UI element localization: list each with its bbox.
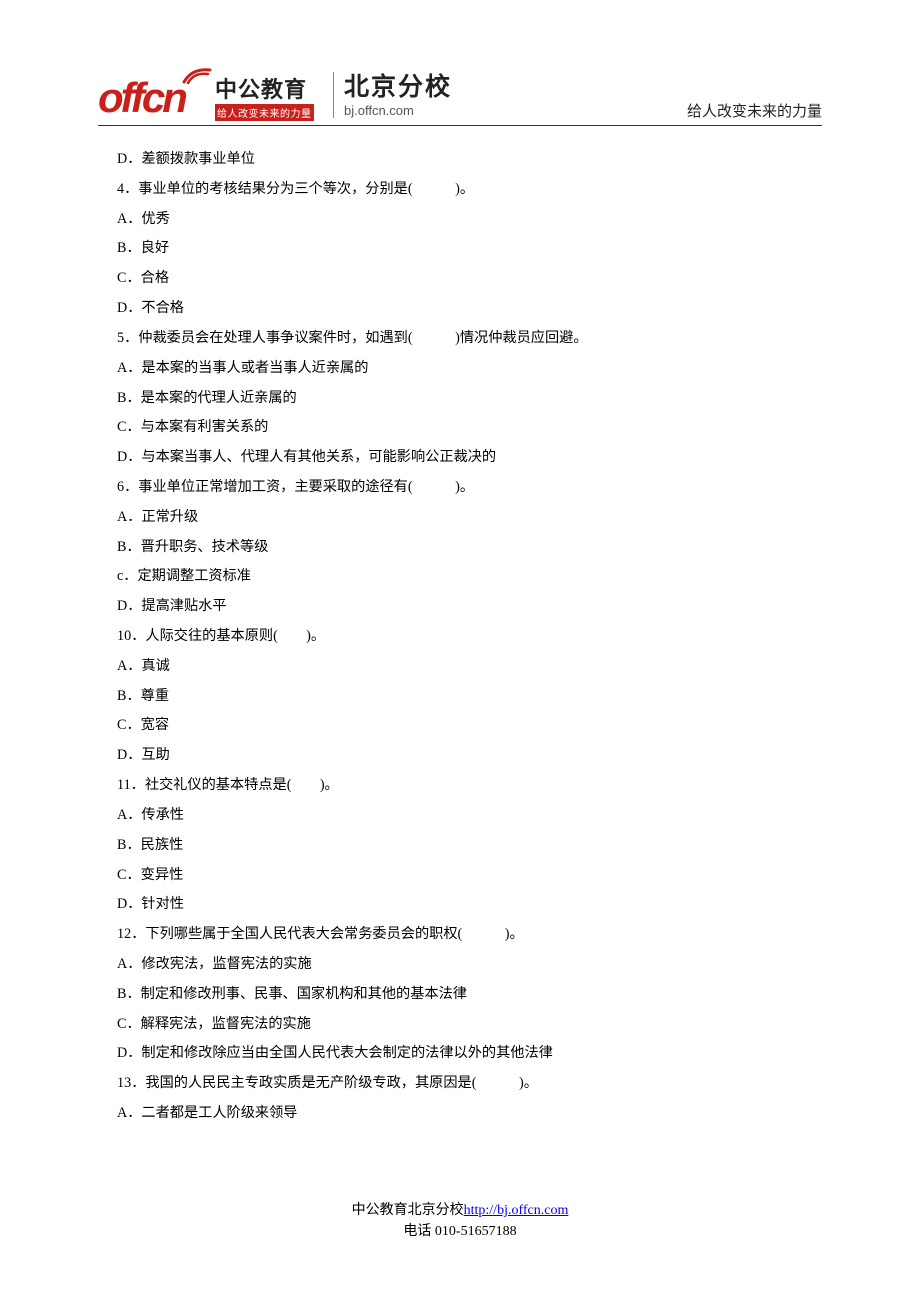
- body-line: 5．仲裁委员会在处理人事争议案件时，如遇到( )情况仲裁员应回避。: [117, 324, 820, 354]
- body-line: D．针对性: [117, 890, 820, 920]
- body-line: C．解释宪法，监督宪法的实施: [117, 1010, 820, 1040]
- page-footer: 中公教育北京分校http://bj.offcn.com 电话 010-51657…: [0, 1200, 920, 1242]
- body-line: A．优秀: [117, 205, 820, 235]
- body-line: D．制定和修改除应当由全国人民代表大会制定的法律以外的其他法律: [117, 1039, 820, 1069]
- page-header: offcn 中公教育 给人改变未来的力量 北京分校 bj.offcn.com 给…: [98, 68, 822, 126]
- body-line: D．提高津贴水平: [117, 592, 820, 622]
- brand-name-cn: 中公教育: [215, 72, 314, 104]
- body-line: B．晋升职务、技术等级: [117, 533, 820, 563]
- body-line: A．正常升级: [117, 503, 820, 533]
- logo-divider: [333, 72, 334, 118]
- body-line: D．与本案当事人、代理人有其他关系，可能影响公正裁决的: [117, 443, 820, 473]
- body-line: 13．我国的人民民主专政实质是无产阶级专政，其原因是( )。: [117, 1069, 820, 1099]
- body-line: C．宽容: [117, 711, 820, 741]
- body-line: c．定期调整工资标准: [117, 562, 820, 592]
- footer-line-1: 中公教育北京分校http://bj.offcn.com: [0, 1200, 920, 1221]
- document-body: D．差额拨款事业单位4．事业单位的考核结果分为三个等次，分别是( )。A．优秀B…: [117, 145, 820, 1129]
- body-line: B．良好: [117, 234, 820, 264]
- body-line: B．是本案的代理人近亲属的: [117, 384, 820, 414]
- body-line: D．差额拨款事业单位: [117, 145, 820, 175]
- logo-group: offcn 中公教育 给人改变未来的力量 北京分校 bj.offcn.com: [98, 70, 452, 122]
- body-line: A．修改宪法，监督宪法的实施: [117, 950, 820, 980]
- body-line: 6．事业单位正常增加工资，主要采取的途径有( )。: [117, 473, 820, 503]
- body-line: B．制定和修改刑事、民事、国家机构和其他的基本法律: [117, 980, 820, 1010]
- body-line: C．变异性: [117, 861, 820, 891]
- brand-block: 中公教育 给人改变未来的力量: [215, 72, 314, 122]
- page-container: offcn 中公教育 给人改变未来的力量 北京分校 bj.offcn.com 给…: [0, 0, 920, 1302]
- body-line: C．与本案有利害关系的: [117, 413, 820, 443]
- body-line: D．不合格: [117, 294, 820, 324]
- body-line: A．传承性: [117, 801, 820, 831]
- branch-url: bj.offcn.com: [344, 103, 452, 118]
- body-line: D．互助: [117, 741, 820, 771]
- swoosh-icon: [182, 66, 212, 84]
- body-line: C．合格: [117, 264, 820, 294]
- body-line: B．尊重: [117, 682, 820, 712]
- body-line: 12．下列哪些属于全国人民代表大会常务委员会的职权( )。: [117, 920, 820, 950]
- body-line: A．真诚: [117, 652, 820, 682]
- body-line: A．是本案的当事人或者当事人近亲属的: [117, 354, 820, 384]
- body-line: 10．人际交往的基本原则( )。: [117, 622, 820, 652]
- footer-prefix: 中公教育北京分校: [352, 1203, 464, 1218]
- branch-name: 北京分校: [344, 75, 452, 100]
- body-line: 4．事业单位的考核结果分为三个等次，分别是( )。: [117, 175, 820, 205]
- offcn-logo-text: offcn: [98, 74, 185, 122]
- branch-block: 北京分校 bj.offcn.com: [344, 75, 452, 122]
- body-line: 11．社交礼仪的基本特点是( )。: [117, 771, 820, 801]
- offcn-logo: offcn 中公教育 给人改变未来的力量: [98, 70, 323, 122]
- footer-link[interactable]: http://bj.offcn.com: [464, 1203, 569, 1218]
- body-line: A．二者都是工人阶级来领导: [117, 1099, 820, 1129]
- body-line: B．民族性: [117, 831, 820, 861]
- header-slogan: 给人改变未来的力量: [687, 100, 822, 121]
- footer-line-2: 电话 010-51657188: [0, 1221, 920, 1242]
- brand-sub-slogan: 给人改变未来的力量: [215, 104, 314, 121]
